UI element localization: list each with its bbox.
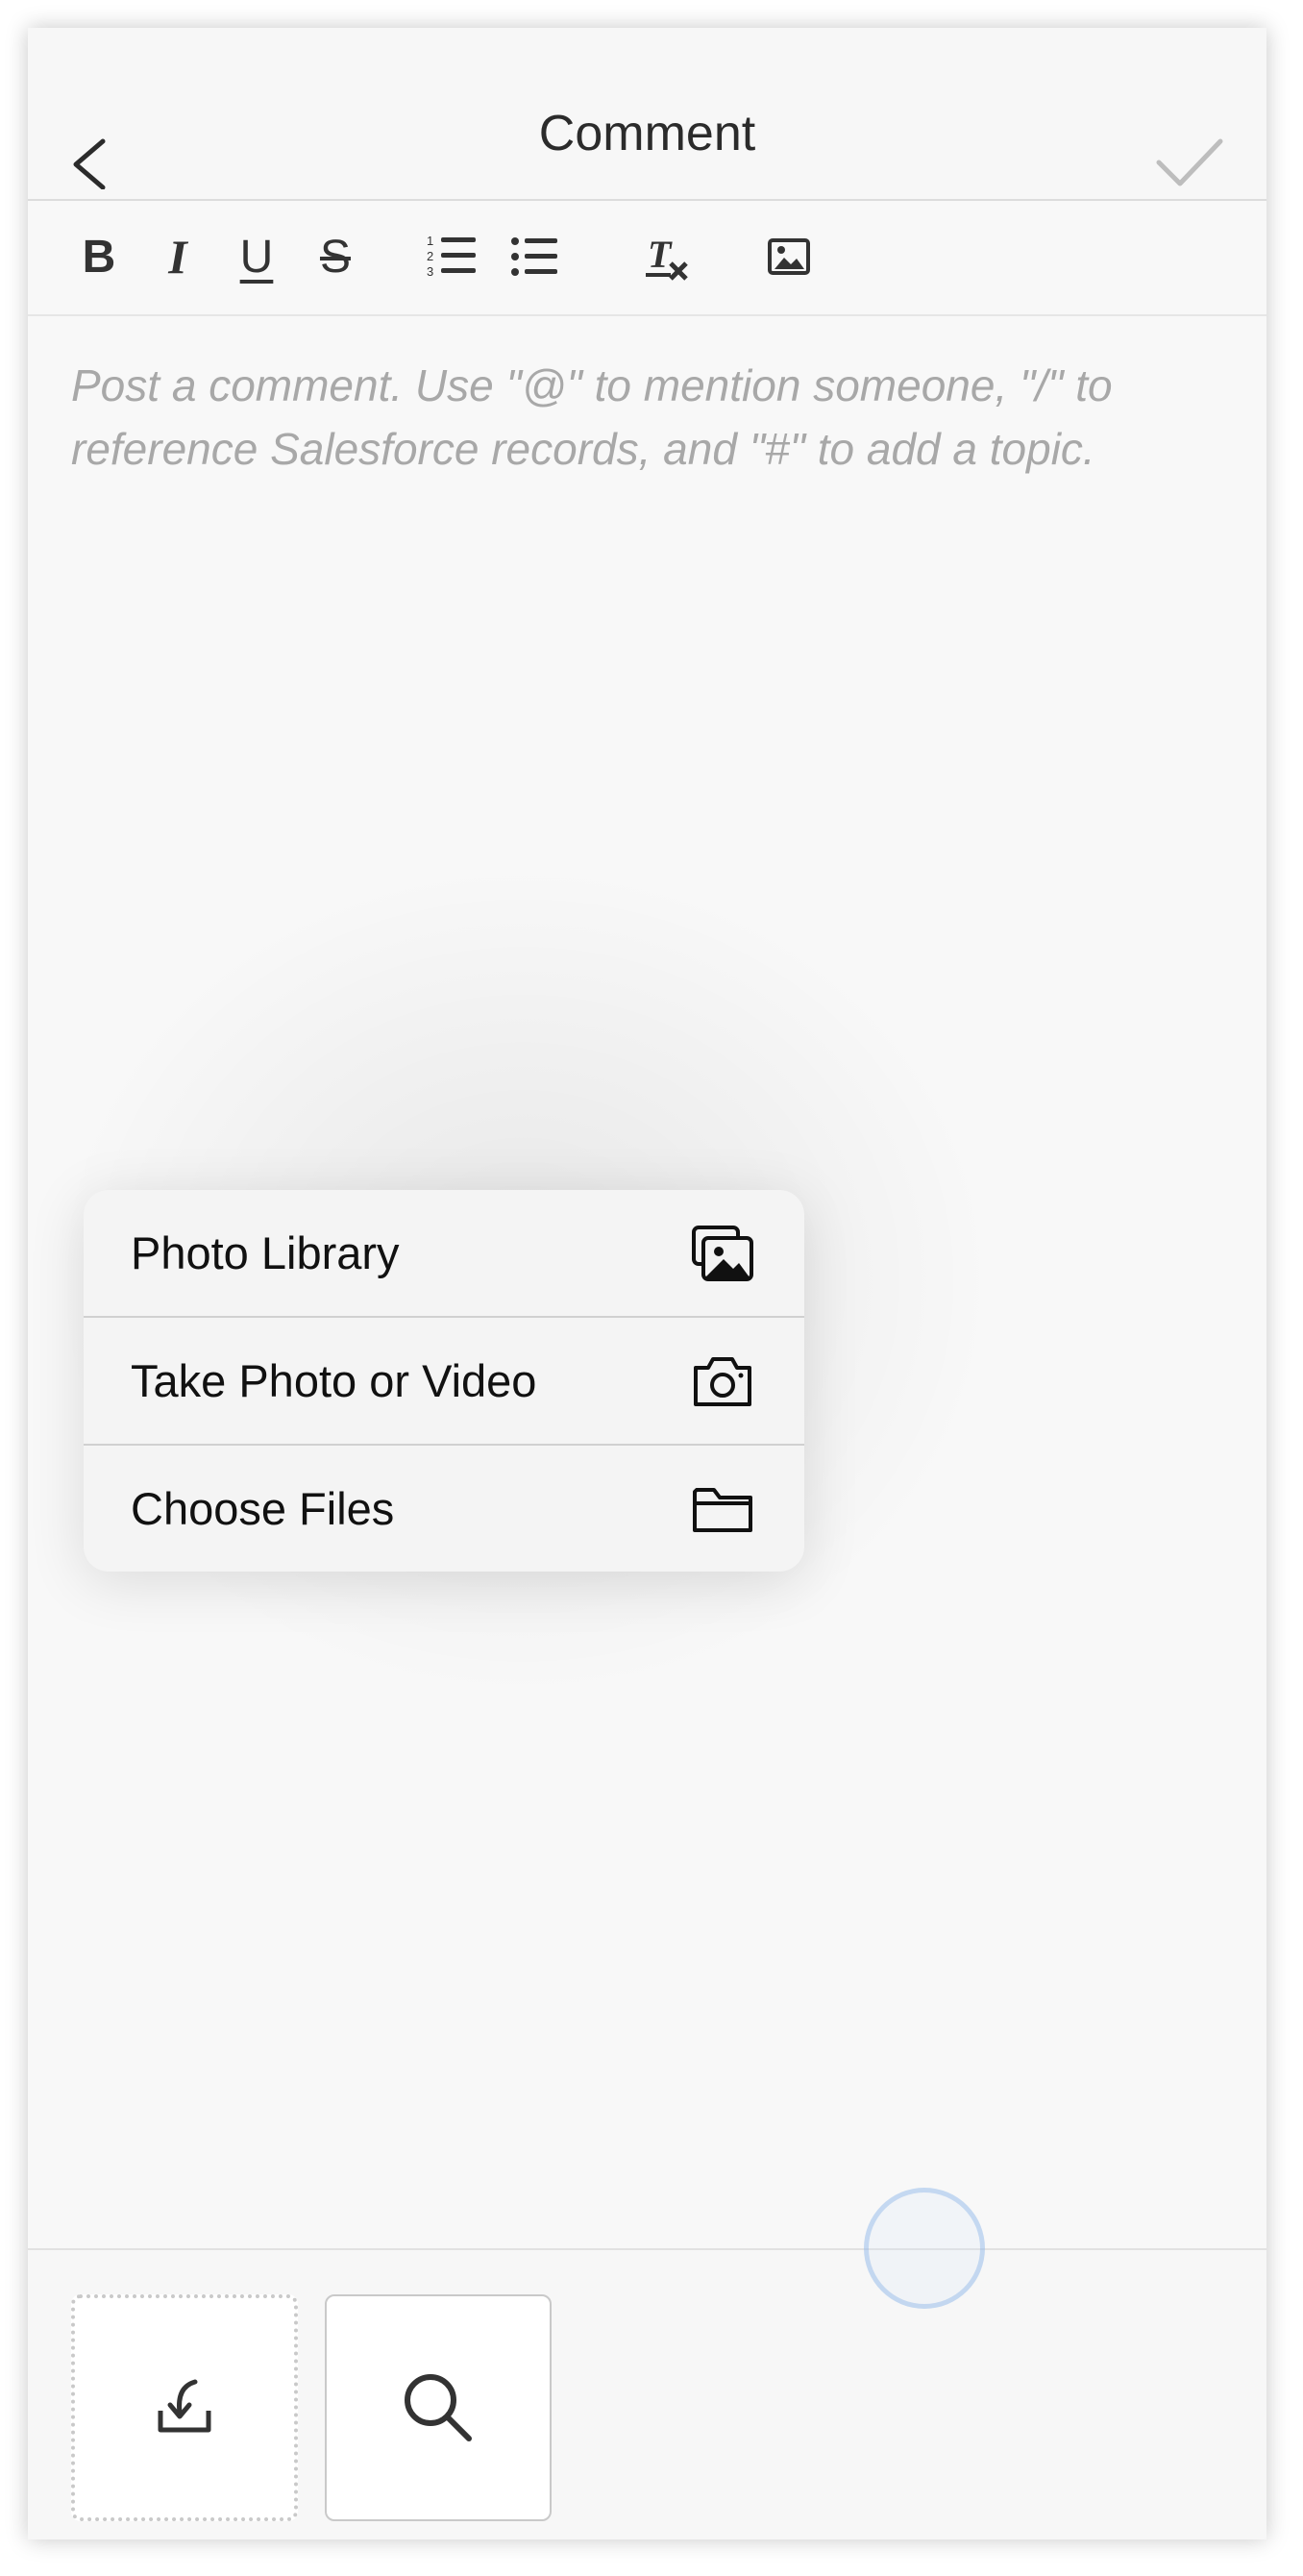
strikethrough-button[interactable]: S <box>305 228 366 285</box>
numbered-list-button[interactable]: 1 2 3 <box>422 228 483 285</box>
upload-drop-zone[interactable] <box>71 2294 298 2521</box>
numbered-list-icon: 1 2 3 <box>427 234 476 279</box>
page-title: Comment <box>538 106 756 161</box>
menu-item-take-photo[interactable]: Take Photo or Video <box>84 1318 804 1446</box>
bold-button[interactable]: B <box>68 228 130 285</box>
navigation-bar: Comment <box>28 28 1266 201</box>
formatting-toolbar: B I U S 1 2 3 T <box>28 201 1266 316</box>
upload-icon <box>158 2379 211 2433</box>
menu-item-photo-library[interactable]: Photo Library <box>84 1190 804 1318</box>
svg-text:1: 1 <box>427 234 433 248</box>
menu-item-choose-files[interactable]: Choose Files <box>84 1446 804 1572</box>
svg-text:2: 2 <box>427 249 433 263</box>
attachment-bar <box>28 2248 1266 2539</box>
image-icon <box>768 238 810 275</box>
menu-item-label: Photo Library <box>131 1227 400 1278</box>
clear-format-icon: T <box>646 233 688 281</box>
camera-icon <box>694 1356 751 1406</box>
checkmark-icon <box>1156 138 1223 186</box>
svg-text:3: 3 <box>427 264 433 279</box>
underline-button[interactable]: U <box>226 228 287 285</box>
clear-format-button[interactable]: T <box>637 228 699 285</box>
search-files-button[interactable] <box>325 2294 552 2521</box>
folder-icon <box>693 1487 752 1532</box>
insert-image-button[interactable] <box>758 228 820 285</box>
search-icon <box>405 2374 472 2441</box>
menu-item-label: Choose Files <box>131 1483 395 1534</box>
bulleted-list-button[interactable] <box>504 228 566 285</box>
photo-library-icon <box>692 1225 753 1281</box>
menu-item-label: Take Photo or Video <box>131 1355 537 1406</box>
phone-screen: Comment B I U S 1 2 3 T Post a comment. … <box>28 28 1266 2539</box>
touch-indicator <box>864 2188 985 2309</box>
comment-input[interactable]: Post a comment. Use "@" to mention someo… <box>71 354 1224 481</box>
bulleted-list-icon <box>511 237 557 276</box>
submit-button[interactable] <box>1145 103 1232 189</box>
italic-button[interactable]: I <box>147 228 209 285</box>
attachment-menu: Photo Library Take Photo or Video Choose… <box>84 1190 804 1572</box>
svg-text:T: T <box>648 233 673 276</box>
